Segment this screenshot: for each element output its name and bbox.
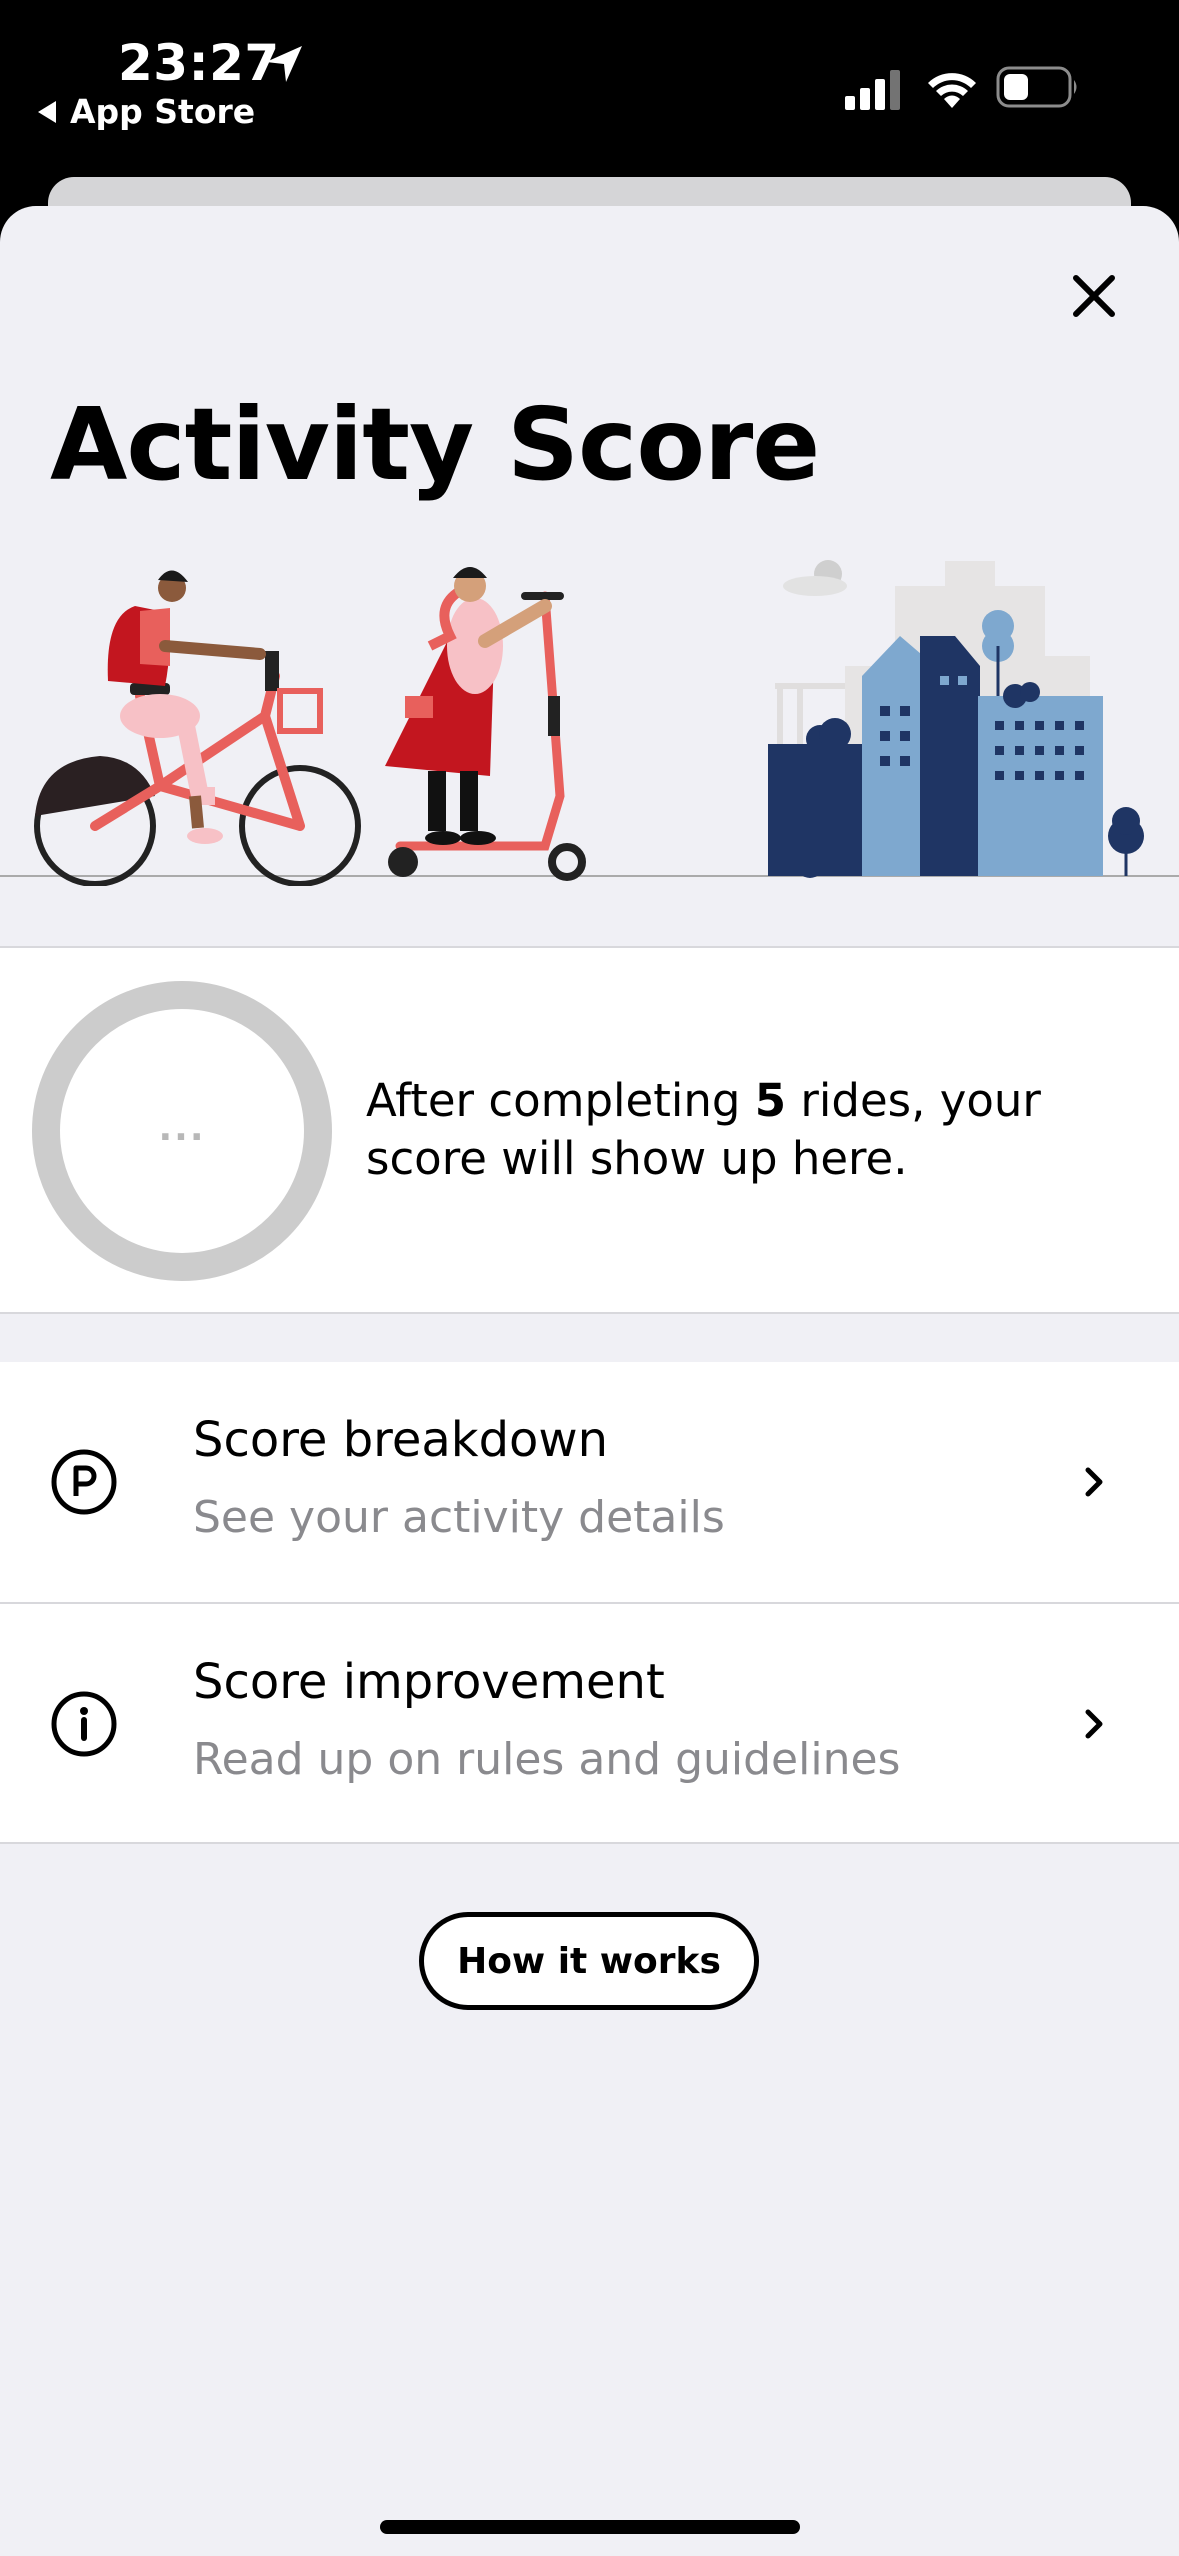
scooter-rider-illustration — [385, 567, 586, 881]
score-message-prefix: After completing — [366, 1074, 755, 1127]
menu-row-score-breakdown[interactable]: Score breakdown See your activity detail… — [0, 1362, 1179, 1602]
wifi-icon — [928, 73, 976, 108]
battery-icon — [996, 66, 1077, 108]
menu-title-score-breakdown: Score breakdown — [193, 1412, 609, 1468]
home-indicator[interactable] — [380, 2520, 800, 2534]
menu-title-score-improvement: Score improvement — [193, 1654, 665, 1710]
chevron-right-icon — [1085, 1709, 1103, 1739]
status-bar: 23:27 App Store — [0, 0, 1179, 180]
info-icon — [51, 1691, 117, 1757]
chevron-right-icon — [1085, 1467, 1103, 1497]
score-card: ... After completing 5 rides, your score… — [0, 946, 1179, 1314]
how-it-works-button[interactable]: How it works — [419, 1912, 759, 2010]
menu-subtitle-score-improvement: Read up on rules and guidelines — [193, 1734, 901, 1785]
parking-icon — [51, 1449, 117, 1515]
rides-count: 5 — [754, 1074, 787, 1127]
bike-rider-illustration — [34, 570, 361, 886]
score-placeholder: ... — [158, 1107, 206, 1149]
city-skyline-illustration — [768, 560, 1144, 878]
back-triangle-icon — [38, 100, 56, 123]
riders-city-illustration — [0, 560, 1179, 886]
cellular-signal-icon — [845, 70, 900, 110]
menu-row-score-improvement[interactable]: Score improvement Read up on rules and g… — [0, 1602, 1179, 1842]
score-message: After completing 5 rides, your score wil… — [366, 1072, 1146, 1188]
status-time: 23:27 — [118, 34, 280, 92]
score-menu: Score breakdown See your activity detail… — [0, 1362, 1179, 1844]
location-arrow-icon — [266, 46, 302, 82]
back-app-label: App Store — [70, 92, 256, 131]
menu-subtitle-score-breakdown: See your activity details — [193, 1492, 725, 1543]
close-icon[interactable] — [1064, 266, 1124, 326]
score-ring: ... — [32, 981, 332, 1281]
back-to-app-store[interactable]: App Store — [38, 92, 255, 131]
page-title: Activity Score — [50, 386, 820, 503]
